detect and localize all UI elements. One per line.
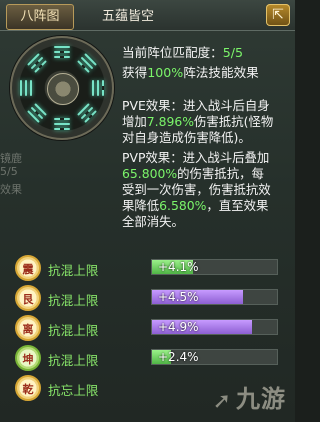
trigram-line xyxy=(54,118,70,120)
match-line: 当前阵位匹配度：5/5 xyxy=(122,42,243,61)
attribute-value: +4.1% xyxy=(158,260,199,274)
top-bar: 八阵图 五蕴皆空 ⇱ xyxy=(0,0,295,31)
pvp-text-c: ，直至效果 xyxy=(206,198,269,213)
jiuyou-logo-icon: ➚ xyxy=(212,389,232,414)
share-icon: ⇱ xyxy=(272,7,284,23)
gain-value: 100% xyxy=(147,65,184,80)
pve-line-3: 对自身造成伤害降低)。 xyxy=(122,130,251,145)
watermark: ➚ 九游 xyxy=(213,379,286,414)
gain-prefix: 获得 xyxy=(122,65,148,80)
attribute-row: 坤抗混上限 +2.4% xyxy=(0,343,295,373)
trigram-badge-icon[interactable]: 乾 xyxy=(15,375,41,401)
trigram-badge-icon[interactable]: 离 xyxy=(15,315,41,341)
tab-wuyun[interactable]: 五蕴皆空 xyxy=(102,6,154,28)
attribute-bar: +4.1% xyxy=(151,259,278,275)
pve-value: 7.896% xyxy=(146,114,195,129)
pve-line-1: PVE效果：进入战斗后自身 xyxy=(122,98,270,113)
pvp-line-4: 果降低6.580%，直至效果 xyxy=(122,198,290,214)
attribute-row: 震抗混上限 +4.1% xyxy=(0,253,295,283)
pvp-line-1: PVP效果：进入战斗后叠加 xyxy=(122,150,270,165)
attribute-label: 抗忘上限 xyxy=(48,383,99,398)
trigram-badge-icon[interactable]: 震 xyxy=(15,255,41,281)
attribute-bar: +2.4% xyxy=(151,349,278,365)
trigram-line xyxy=(30,80,32,96)
attribute-row: 艮抗混上限 +4.5% xyxy=(0,283,295,313)
trigram-right-icon xyxy=(92,80,104,96)
trigram-badge-icon[interactable]: 坤 xyxy=(15,345,41,371)
attribute-label: 抗混上限 xyxy=(48,293,99,308)
share-button[interactable]: ⇱ xyxy=(266,4,290,26)
attribute-label: 抗混上限 xyxy=(48,263,99,278)
pvp-value: 65.800% xyxy=(122,166,178,181)
pvp-description: PVP效果：进入战斗后叠加 65.800%的伤害抵抗，每 受到一次伤害，伤害抵抗… xyxy=(122,150,290,230)
pvp-decay-value: 6.580% xyxy=(159,198,207,213)
trigram-line xyxy=(97,80,99,96)
gain-suffix: 阵法技能效果 xyxy=(183,65,259,80)
trigram-line xyxy=(25,80,27,96)
gain-line: 获得100%阵法技能效果 xyxy=(122,62,259,81)
formation-wheel[interactable] xyxy=(10,36,114,140)
attribute-row: 离抗混上限 +4.9% xyxy=(0,313,295,343)
pvp-line-3: 受到一次伤害，伤害抵抗效 xyxy=(122,182,271,197)
wheel-center xyxy=(47,73,79,105)
trigram-line xyxy=(20,80,22,96)
pve-line-2: 增加7.896%伤害抵抗(怪物 xyxy=(122,114,290,130)
attribute-value: +4.9% xyxy=(158,320,199,334)
tab-bazhentu[interactable]: 八阵图 xyxy=(6,4,74,30)
match-label: 当前阵位匹配度： xyxy=(122,45,223,60)
attribute-bar: +4.9% xyxy=(151,319,278,335)
trigram-left-icon xyxy=(20,80,32,96)
trigram-badge-icon[interactable]: 艮 xyxy=(15,285,41,311)
trigram-line xyxy=(92,80,94,96)
trigram-line xyxy=(54,51,70,53)
trigram-line xyxy=(54,56,70,58)
attribute-label: 抗混上限 xyxy=(48,353,99,368)
pvp-line-5: 全部消失。 xyxy=(122,214,184,229)
pvp-line-2: 65.800%的伤害抵抗，每 xyxy=(122,166,290,182)
match-value: 5/5 xyxy=(222,45,244,60)
panel: 八阵图 五蕴皆空 ⇱ 镜鹿 5/5 效果 当前阵位匹配度：5/5 获得100%阵… xyxy=(0,0,295,422)
attribute-label: 抗混上限 xyxy=(48,323,99,338)
attribute-value: +2.4% xyxy=(158,350,199,364)
left-faded-text-2: 5/5 xyxy=(0,165,18,178)
pvp-text-a: 果降低 xyxy=(122,198,160,213)
pve-text-a: 增加 xyxy=(122,114,147,129)
trigram-bottom-icon xyxy=(54,118,70,130)
trigram-line xyxy=(54,123,70,125)
attribute-value: +4.5% xyxy=(158,290,199,304)
trigram-line xyxy=(102,80,104,96)
trigram-top-icon xyxy=(54,46,70,58)
pvp-text-b: 的伤害抵抗，每 xyxy=(177,166,264,181)
left-faded-text-1: 镜鹿 xyxy=(0,152,22,165)
watermark-text: 九游 xyxy=(236,385,286,413)
trigram-line xyxy=(54,46,70,48)
pve-description: PVE效果：进入战斗后自身 增加7.896%伤害抵抗(怪物 对自身造成伤害降低)… xyxy=(122,98,290,146)
pve-text-b: 伤害抵抗(怪物 xyxy=(194,114,274,129)
attribute-bar: +4.5% xyxy=(151,289,278,305)
left-faded-text-3: 效果 xyxy=(0,183,22,196)
trigram-line xyxy=(54,128,70,130)
